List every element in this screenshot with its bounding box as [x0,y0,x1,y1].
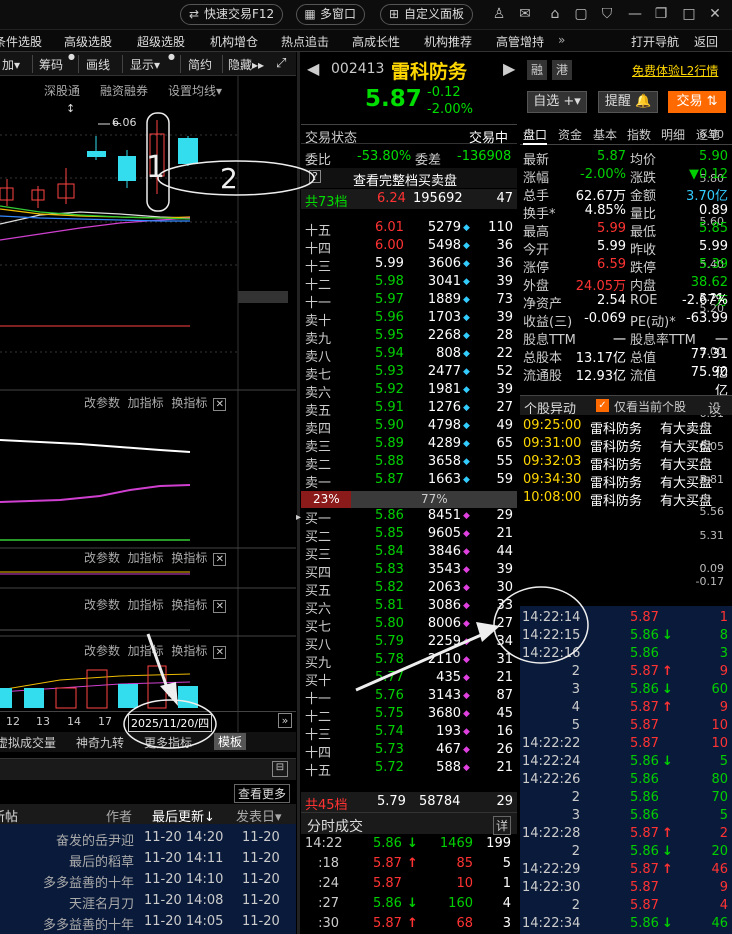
annotation-label-2: 2 [220,162,238,195]
annotation-ellipse-date [123,699,217,749]
annotation-layer [123,112,589,749]
annotation-label-1: 1 [146,150,166,185]
annotation-ellipse-time [493,586,589,664]
